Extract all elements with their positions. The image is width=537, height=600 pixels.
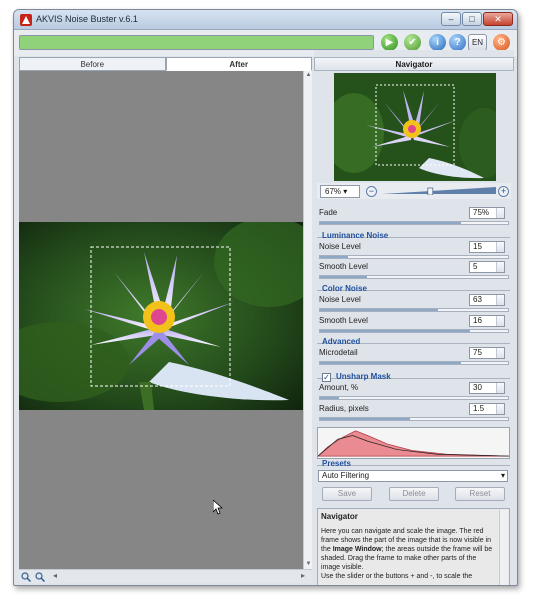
- zoom-value: 67%: [325, 187, 342, 196]
- luminance-smooth-label: Smooth Level: [319, 262, 368, 271]
- reset-preset-button[interactable]: Reset: [455, 487, 505, 501]
- microdetail-slider-fill: [320, 362, 461, 364]
- image-window[interactable]: [19, 71, 303, 569]
- delete-preset-button[interactable]: Delete: [389, 487, 439, 501]
- microdetail-slider[interactable]: [319, 361, 509, 365]
- help-icon[interactable]: ?: [449, 34, 466, 51]
- luminance-smooth-slider-fill: [320, 276, 367, 278]
- amount-param: Amount, % 30: [317, 382, 510, 404]
- info-icon[interactable]: i: [429, 34, 446, 51]
- color-smooth-input[interactable]: 16: [469, 315, 505, 327]
- scroll-up-arrow[interactable]: ▲: [304, 71, 313, 80]
- zoom-plus-button[interactable]: +: [498, 186, 509, 197]
- close-button[interactable]: ✕: [483, 12, 513, 26]
- fade-input[interactable]: 75%: [469, 207, 505, 219]
- luminance-noise-param: Noise Level 15: [317, 241, 510, 263]
- title-bar[interactable]: AKVIS Noise Buster v.6.1 – □ ✕: [14, 10, 517, 30]
- image-scrollbar[interactable]: ▲ ▼: [303, 71, 312, 569]
- settings-panel: Navigator 67% ▾ − + Fade 75% Luminance N…: [314, 50, 514, 585]
- radius-param: Radius, pixels 1.5: [317, 403, 510, 425]
- scroll-down-arrow[interactable]: ▼: [304, 560, 313, 569]
- fade-param: Fade 75%: [317, 207, 510, 229]
- microdetail-param: Microdetail 75: [317, 347, 510, 369]
- help-text: Here you can navigate and scale the imag…: [321, 528, 493, 580]
- amount-slider-fill: [320, 397, 339, 399]
- color-noise-input[interactable]: 63: [469, 294, 505, 306]
- luminance-noise-slider[interactable]: [319, 255, 509, 259]
- status-bar: ◂ ▸: [19, 569, 312, 583]
- amount-label: Amount, %: [319, 383, 359, 392]
- color-smooth-slider[interactable]: [319, 329, 509, 333]
- navigator-preview[interactable]: [334, 73, 496, 181]
- progress-bar: [19, 35, 374, 50]
- language-button[interactable]: EN: [468, 34, 487, 51]
- luminance-smooth-param: Smooth Level 5: [317, 261, 510, 283]
- view-tabs: Before After: [19, 57, 312, 71]
- scroll-left-arrow[interactable]: ◂: [53, 571, 57, 580]
- water-lily-photo: [19, 222, 303, 410]
- window-controls: – □ ✕: [441, 12, 513, 26]
- tab-after[interactable]: After: [165, 57, 312, 71]
- amount-input[interactable]: 30: [469, 382, 505, 394]
- zoom-slider[interactable]: [382, 187, 496, 195]
- luminance-smooth-slider[interactable]: [319, 275, 509, 279]
- zoom-controls: 67% ▾ − +: [317, 183, 511, 199]
- zoom-select[interactable]: 67% ▾: [320, 185, 360, 198]
- scroll-right-arrow[interactable]: ▸: [301, 571, 305, 580]
- cursor-icon: [213, 500, 223, 515]
- zoom-minus-button[interactable]: −: [366, 186, 377, 197]
- advanced-group-title: Advanced: [322, 337, 361, 346]
- progress-fill: [20, 36, 373, 49]
- run-icon[interactable]: ▶: [381, 34, 398, 51]
- color-noise-slider-fill: [320, 309, 439, 311]
- help-scrollbar[interactable]: [499, 510, 508, 585]
- luminance-noise-input[interactable]: 15: [469, 241, 505, 253]
- histogram: [317, 427, 510, 459]
- minimize-button[interactable]: –: [441, 12, 461, 26]
- radius-input[interactable]: 1.5: [469, 403, 505, 415]
- presets-group-title: Presets: [322, 459, 351, 468]
- unsharp-mask-checkbox[interactable]: ✓: [322, 373, 331, 382]
- fade-slider-fill: [320, 222, 461, 224]
- help-title: Navigator: [321, 512, 358, 521]
- color-smooth-slider-fill: [320, 330, 471, 332]
- zoom-slider-thumb[interactable]: [427, 187, 434, 195]
- fade-slider[interactable]: [319, 221, 509, 225]
- save-preset-button[interactable]: Save: [322, 487, 372, 501]
- zoom-in-icon[interactable]: [21, 572, 31, 582]
- tab-before[interactable]: Before: [19, 57, 166, 71]
- apply-icon[interactable]: ✔: [404, 34, 421, 51]
- luminance-noise-slider-fill: [320, 256, 349, 258]
- color-noise-slider[interactable]: [319, 308, 509, 312]
- luminance-group-title: Luminance Noise: [322, 231, 389, 240]
- maximize-button[interactable]: □: [462, 12, 482, 26]
- zoom-out-icon[interactable]: [35, 572, 45, 582]
- microdetail-input[interactable]: 75: [469, 347, 505, 359]
- radius-label: Radius, pixels: [319, 404, 369, 413]
- preferences-icon[interactable]: ⚙: [493, 34, 510, 51]
- luminance-noise-label: Noise Level: [319, 242, 361, 251]
- fade-label: Fade: [319, 208, 338, 217]
- app-window: AKVIS Noise Buster v.6.1 – □ ✕ ▶ ✔ i ? E…: [13, 9, 518, 586]
- radius-slider[interactable]: [319, 417, 509, 421]
- unsharp-group-title: Unsharp Mask: [336, 372, 391, 381]
- amount-slider[interactable]: [319, 396, 509, 400]
- color-smooth-param: Smooth Level 16: [317, 315, 510, 337]
- navigator-header: Navigator: [314, 57, 514, 71]
- help-panel: Navigator Here you can navigate and scal…: [317, 508, 510, 585]
- luminance-smooth-input[interactable]: 5: [469, 261, 505, 273]
- color-noise-label: Noise Level: [319, 295, 361, 304]
- color-noise-param: Noise Level 63: [317, 294, 510, 316]
- window-title: AKVIS Noise Buster v.6.1: [36, 14, 138, 24]
- color-group-title: Color Noise: [322, 284, 367, 293]
- radius-slider-fill: [320, 418, 411, 420]
- preset-select[interactable]: Auto Filtering: [318, 470, 508, 482]
- microdetail-label: Microdetail: [319, 348, 358, 357]
- app-icon: [20, 14, 32, 26]
- color-smooth-label: Smooth Level: [319, 316, 368, 325]
